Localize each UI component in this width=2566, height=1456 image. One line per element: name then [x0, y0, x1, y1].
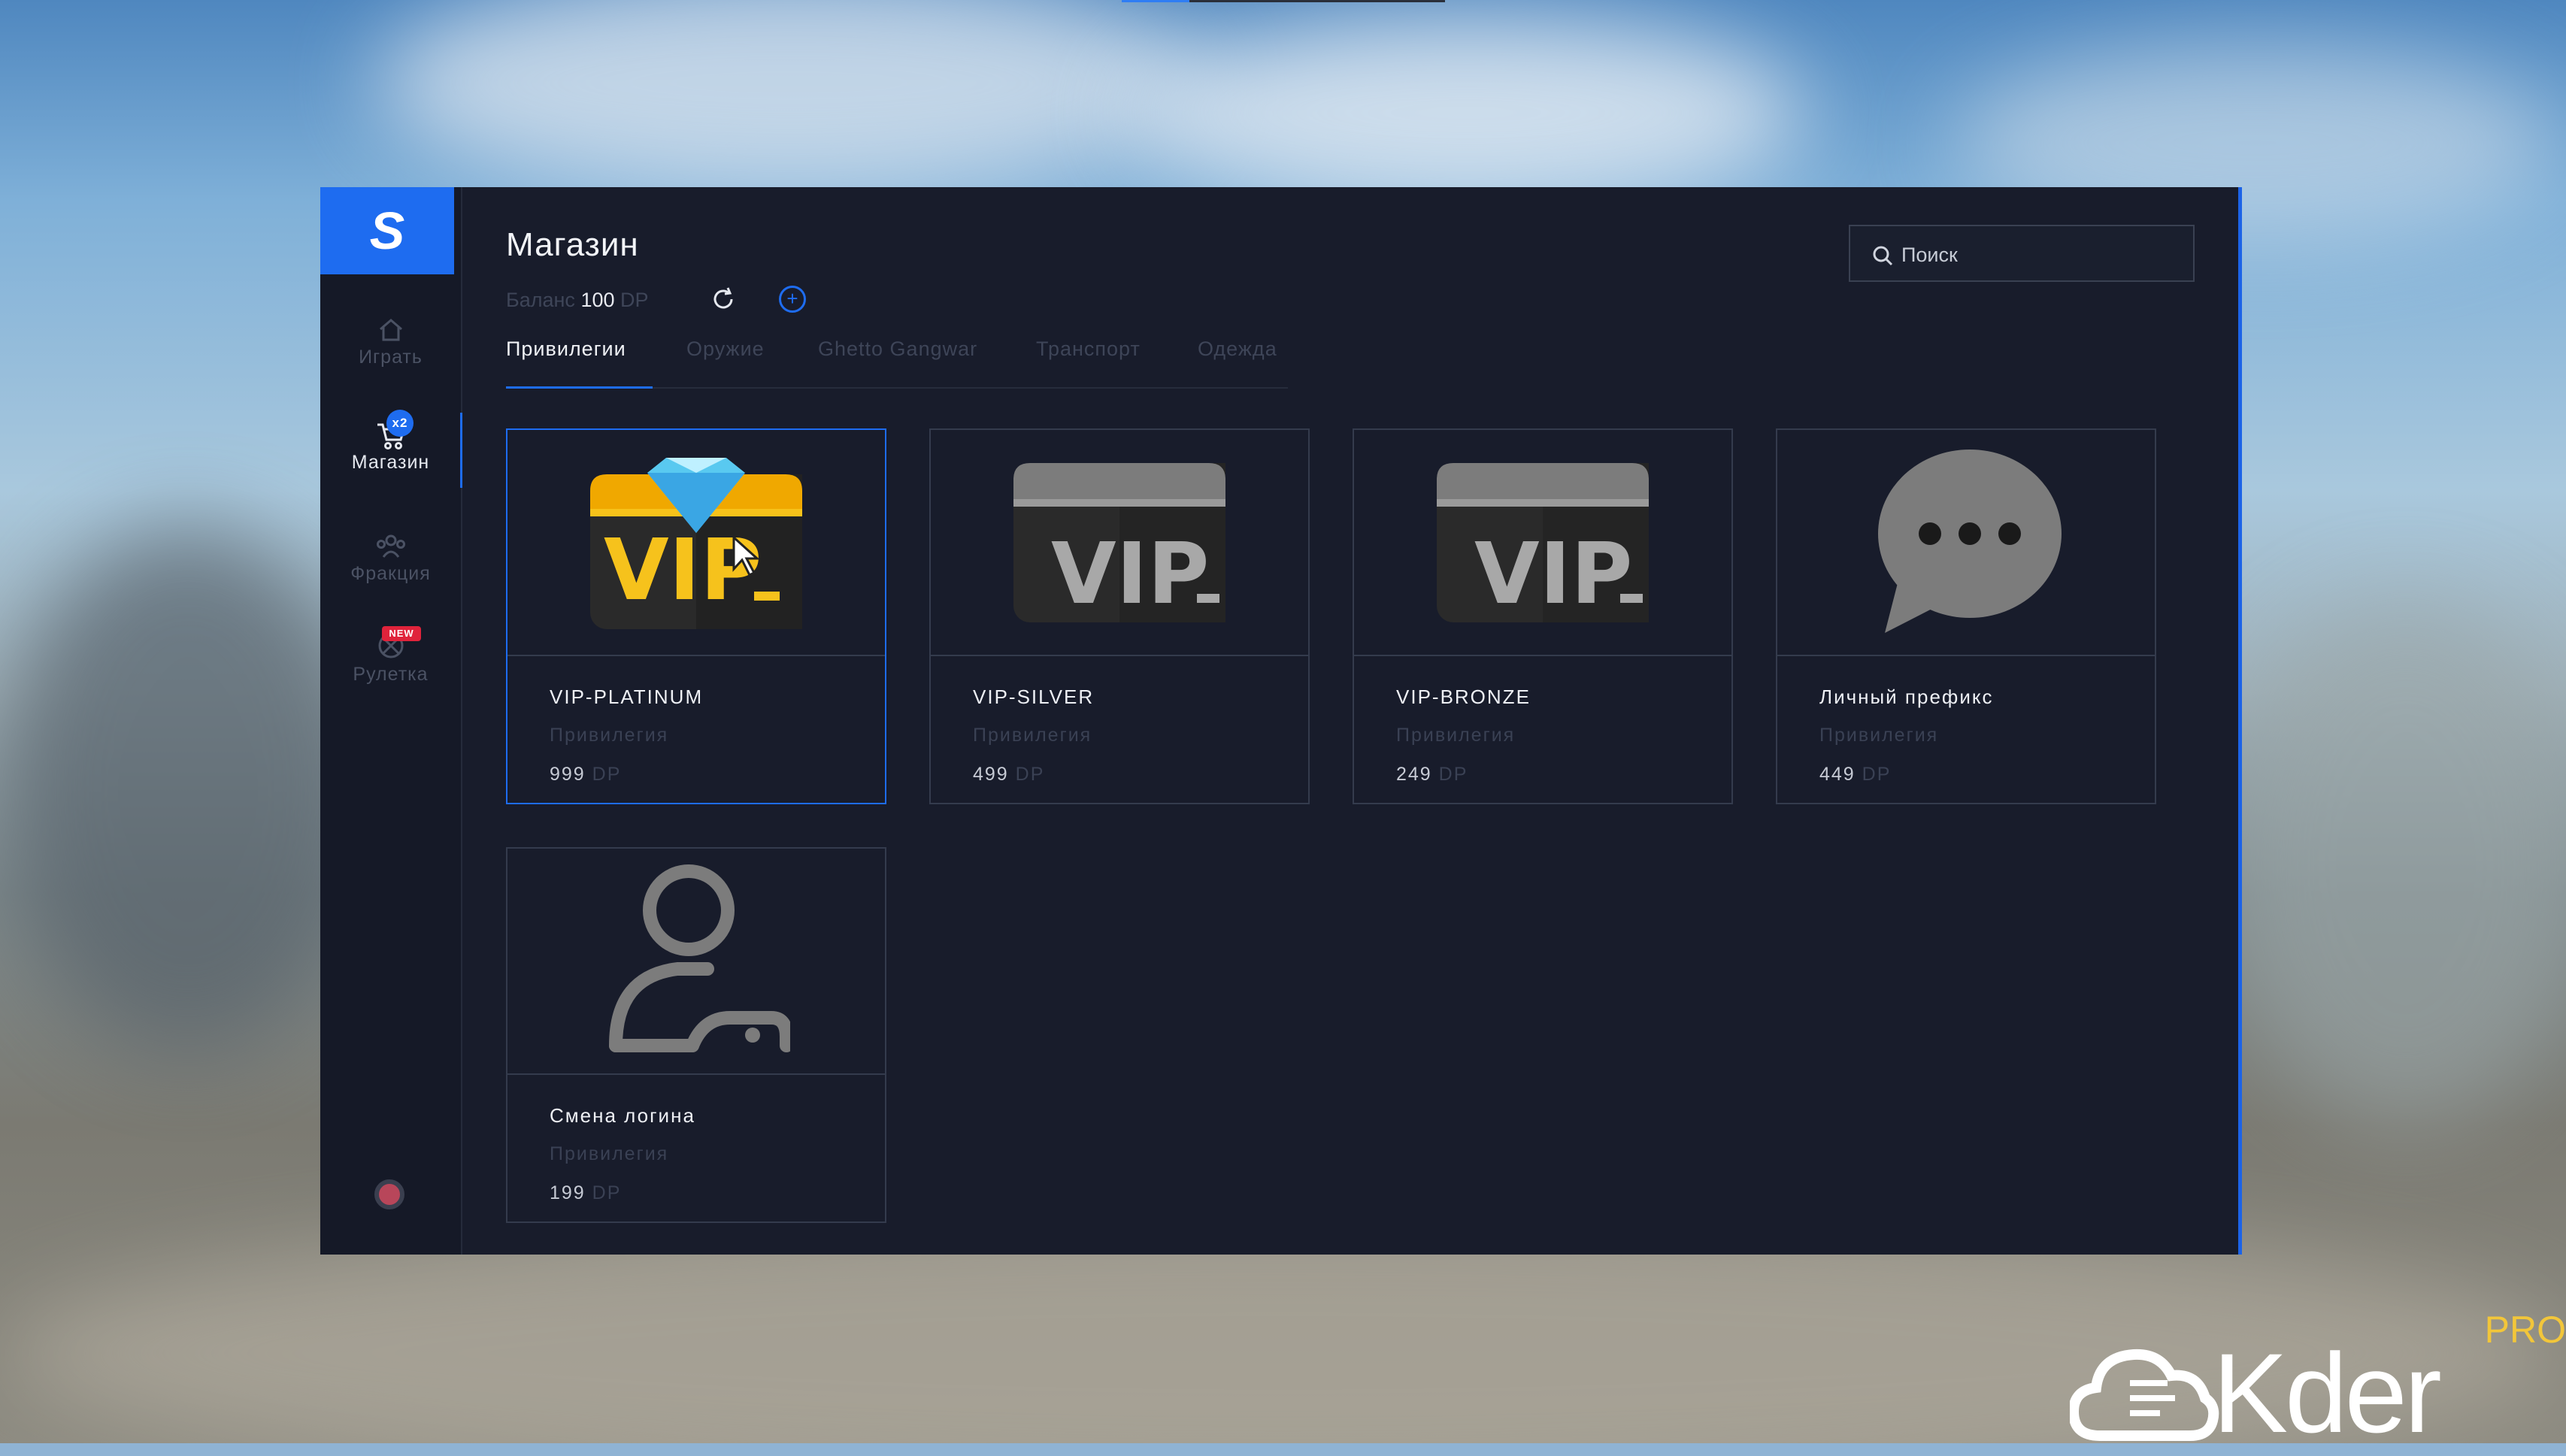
balance-label: Баланс — [506, 289, 575, 311]
refresh-icon[interactable] — [709, 285, 738, 313]
sidebar-item-roulette[interactable]: NEW Рулетка — [320, 626, 461, 686]
item-category: Привилегия — [1819, 725, 1939, 746]
svg-text:VIP: VIP — [604, 522, 762, 619]
category-tabs: Привилегии Оружие Ghetto Gangwar Транспо… — [506, 338, 1288, 389]
main-content: Магазин Баланс 100 DP + Привилегии Оружи… — [506, 187, 2238, 1255]
shop-window: S Играть x2 Магазин Фракция NEW Рулетка … — [320, 187, 2242, 1255]
search-input[interactable] — [1900, 240, 2174, 270]
home-icon — [379, 319, 402, 341]
user-key-icon — [609, 864, 790, 1052]
sidebar-item-faction[interactable]: Фракция — [320, 533, 461, 585]
item-image — [507, 849, 885, 1075]
item-name: Личный префикс — [1819, 686, 1994, 708]
watermark-text: Kder — [2213, 1330, 2442, 1456]
sidebar-item-label: Играть — [359, 347, 423, 368]
add-balance-button[interactable]: + — [779, 286, 806, 313]
item-price: 999 DP — [550, 764, 622, 785]
item-name: VIP-SILVER — [973, 686, 1095, 708]
svg-text:VIP: VIP — [1051, 525, 1209, 623]
sidebar-item-shop[interactable]: x2 Магазин — [320, 410, 461, 474]
watermark-logo: Kder PRO — [2055, 1308, 2566, 1449]
item-name: Смена логина — [550, 1104, 695, 1127]
item-name: VIP-BRONZE — [1396, 686, 1531, 708]
balance-currency: DP — [620, 289, 649, 311]
app-logo: S — [320, 187, 454, 274]
shop-item-card[interactable]: VIP VIP-SILVER Привилегия 499 DP — [929, 428, 1310, 804]
item-image: VIP — [931, 430, 1308, 656]
sidebar-item-label: Магазин — [351, 452, 430, 473]
tab-weapons[interactable]: Оружие — [686, 338, 765, 361]
item-category: Привилегия — [550, 1143, 669, 1164]
item-price: 199 DP — [550, 1182, 622, 1203]
new-badge: NEW — [382, 626, 421, 641]
vip-silver-icon: VIP — [1013, 462, 1225, 623]
item-category: Привилегия — [550, 725, 669, 746]
sidebar-item-label: Рулетка — [353, 664, 429, 685]
item-image — [1777, 430, 2155, 656]
balance-value: 100 — [580, 289, 615, 311]
shop-item-card[interactable]: VIP VIP-PLATINUM Привилегия 999 DP — [506, 428, 886, 804]
tab-privileges[interactable]: Привилегии — [506, 338, 626, 361]
tab-clothes[interactable]: Одежда — [1198, 338, 1277, 361]
vip-gold-diamond-icon: VIP — [590, 457, 802, 629]
item-category: Привилегия — [973, 725, 1092, 746]
page-title: Магазин — [506, 226, 639, 263]
tab-transport[interactable]: Транспорт — [1036, 338, 1141, 361]
shop-item-card[interactable]: VIP VIP-BRONZE Привилегия 249 DP — [1353, 428, 1733, 804]
top-progress-bar — [1122, 0, 1445, 2]
shop-item-card[interactable]: Личный префикс Привилегия 449 DP — [1776, 428, 2156, 804]
shop-item-card[interactable]: Смена логина Привилегия 199 DP — [506, 847, 886, 1223]
item-price: 249 DP — [1396, 764, 1468, 785]
sidebar-item-label: Фракция — [350, 563, 431, 584]
search-icon — [1873, 246, 1893, 266]
sidebar-item-play[interactable]: Играть — [320, 316, 461, 368]
balance: Баланс 100 DP — [506, 289, 649, 312]
cart-badge: x2 — [386, 410, 414, 437]
item-name: VIP-PLATINUM — [550, 686, 704, 708]
item-price: 449 DP — [1819, 764, 1892, 785]
group-icon — [376, 534, 405, 558]
sidebar: S Играть x2 Магазин Фракция NEW Рулетка — [320, 187, 462, 1255]
search-box[interactable] — [1849, 225, 2195, 282]
speech-bubble-icon — [1878, 449, 2062, 633]
cloud-icon — [2070, 1349, 2219, 1441]
tab-ghetto-gangwar[interactable]: Ghetto Gangwar — [818, 338, 977, 361]
item-category: Привилегия — [1396, 725, 1516, 746]
svg-text:VIP: VIP — [1474, 525, 1632, 623]
item-image: VIP — [507, 430, 885, 656]
active-tab-underline — [506, 386, 653, 389]
settings-icon[interactable] — [374, 1179, 404, 1209]
item-image: VIP — [1354, 430, 1731, 656]
watermark-pro-tag: PRO — [2484, 1309, 2566, 1351]
vip-bronze-icon: VIP — [1437, 462, 1649, 623]
item-price: 499 DP — [973, 764, 1045, 785]
